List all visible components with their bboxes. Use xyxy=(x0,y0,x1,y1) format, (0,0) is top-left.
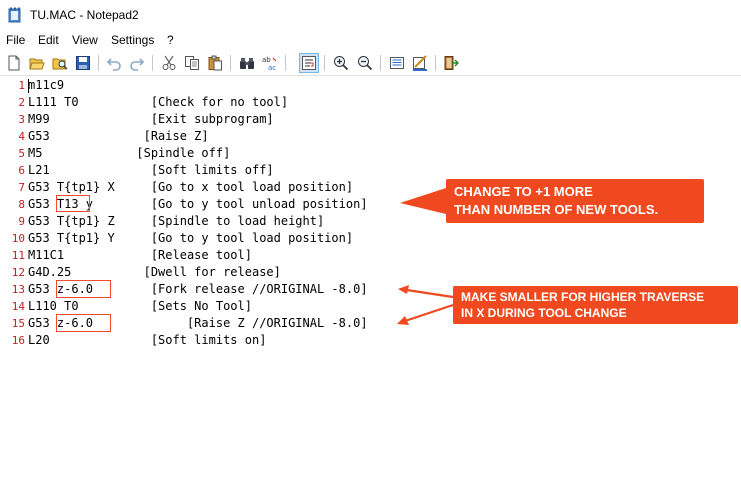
cut-icon[interactable] xyxy=(159,53,179,73)
menu-edit[interactable]: Edit xyxy=(38,33,59,47)
line-number: 12 xyxy=(11,266,25,279)
svg-text:ac: ac xyxy=(268,64,276,71)
callout-1-line-2: THAN NUMBER OF NEW TOOLS. xyxy=(454,202,659,217)
callout-2-line-1: MAKE SMALLER FOR HIGHER TRAVERSE xyxy=(461,290,705,304)
toolbar-separator xyxy=(230,55,231,71)
line-number: 11 xyxy=(11,249,25,262)
zoom-in-icon[interactable] xyxy=(331,53,351,73)
line-number: 3 xyxy=(18,113,25,126)
callout-1-line-1: CHANGE TO +1 MORE xyxy=(454,184,593,199)
code-line: 2 L111 T0 [Check for no tool] xyxy=(0,94,741,111)
toolbar-separator xyxy=(324,55,325,71)
code-text[interactable]: L21 [Soft limits off] xyxy=(28,162,274,179)
undo-icon[interactable] xyxy=(104,53,124,73)
highlight-box-raise-z xyxy=(56,314,111,332)
code-line: 12 G4D.25 [Dwell for release] xyxy=(0,264,741,281)
toolbar-separator xyxy=(285,55,286,71)
code-text[interactable]: G53 T{tp1} Z [Spindle to load height] xyxy=(28,213,324,230)
menu-view[interactable]: View xyxy=(72,33,98,47)
code-line: 10 G53 T{tp1} Y [Go to y tool load posit… xyxy=(0,230,741,247)
toolbar-separator xyxy=(380,55,381,71)
line-number: 7 xyxy=(18,181,25,194)
notepad2-icon xyxy=(8,7,22,23)
line-number: 5 xyxy=(18,147,25,160)
editor-area[interactable]: 1 m11c9 2 L111 T0 [Check for no tool] 3 … xyxy=(0,77,741,477)
menu-help[interactable]: ? xyxy=(167,33,174,47)
paste-icon[interactable] xyxy=(205,53,225,73)
toolbar-separator xyxy=(152,55,153,71)
code-line: 1 m11c9 xyxy=(0,77,741,94)
code-text[interactable]: L110 T0 [Sets No Tool] xyxy=(28,298,252,315)
code-text[interactable]: M11C1 [Release tool] xyxy=(28,247,252,264)
open-folder-icon[interactable] xyxy=(27,53,47,73)
code-text[interactable]: G53 T{tp1} Y [Go to y tool load position… xyxy=(28,230,353,247)
callout-tool-count: CHANGE TO +1 MORE THAN NUMBER OF NEW TOO… xyxy=(446,179,704,223)
new-file-icon[interactable] xyxy=(4,53,24,73)
code-text[interactable]: G53 T{tp1} X [Go to x tool load position… xyxy=(28,179,353,196)
browse-icon[interactable] xyxy=(50,53,70,73)
replace-icon[interactable]: ab ac xyxy=(260,53,280,73)
copy-icon[interactable] xyxy=(182,53,202,73)
svg-text:ab: ab xyxy=(262,56,271,64)
code-line: 11 M11C1 [Release tool] xyxy=(0,247,741,264)
line-number: 16 xyxy=(11,334,25,347)
menu-bar: File Edit View Settings ? xyxy=(0,30,741,50)
callout-2-line-2: IN X DURING TOOL CHANGE xyxy=(461,306,627,320)
word-wrap-icon[interactable] xyxy=(299,53,319,73)
toolbar: ab ac xyxy=(0,50,741,76)
code-line: 5 M5 [Spindle off] xyxy=(0,145,741,162)
save-icon[interactable] xyxy=(73,53,93,73)
exit-icon[interactable] xyxy=(441,53,461,73)
code-text[interactable]: M5 [Spindle off] xyxy=(28,145,230,162)
code-line: 16 L20 [Soft limits on] xyxy=(0,332,741,349)
line-number: 4 xyxy=(18,130,25,143)
line-number: 13 xyxy=(11,283,25,296)
text-caret xyxy=(28,79,29,93)
scheme-icon[interactable] xyxy=(387,53,407,73)
redo-icon[interactable] xyxy=(127,53,147,73)
line-number: 2 xyxy=(18,96,25,109)
code-line: 3 M99 [Exit subprogram] xyxy=(0,111,741,128)
line-number: 14 xyxy=(11,300,25,313)
line-number: 15 xyxy=(11,317,25,330)
line-number: 9 xyxy=(18,215,25,228)
title-bar: TU.MAC - Notepad2 xyxy=(0,0,741,30)
toolbar-separator xyxy=(98,55,99,71)
line-number: 10 xyxy=(11,232,25,245)
code-text[interactable]: L20 [Soft limits on] xyxy=(28,332,266,349)
highlight-box-tool-number xyxy=(56,195,90,212)
code-line: 6 L21 [Soft limits off] xyxy=(0,162,741,179)
line-number: 1 xyxy=(18,79,25,92)
menu-settings[interactable]: Settings xyxy=(111,33,154,47)
line-number: 8 xyxy=(18,198,25,211)
line-number: 6 xyxy=(18,164,25,177)
code-text[interactable]: G53 [Raise Z] xyxy=(28,128,209,145)
code-text[interactable]: L111 T0 [Check for no tool] xyxy=(28,94,288,111)
menu-file[interactable]: File xyxy=(6,33,25,47)
find-icon[interactable] xyxy=(237,53,257,73)
code-text[interactable]: m11c9 xyxy=(28,77,64,94)
callout-traverse: MAKE SMALLER FOR HIGHER TRAVERSE IN X DU… xyxy=(453,286,738,324)
window-title: TU.MAC - Notepad2 xyxy=(30,8,139,22)
zoom-out-icon[interactable] xyxy=(355,53,375,73)
highlight-box-fork-release-z xyxy=(56,280,111,298)
customize-schemes-icon[interactable] xyxy=(410,53,430,73)
code-line: 4 G53 [Raise Z] xyxy=(0,128,741,145)
toolbar-separator xyxy=(435,55,436,71)
code-text[interactable]: M99 [Exit subprogram] xyxy=(28,111,274,128)
code-text[interactable]: G4D.25 [Dwell for release] xyxy=(28,264,281,281)
